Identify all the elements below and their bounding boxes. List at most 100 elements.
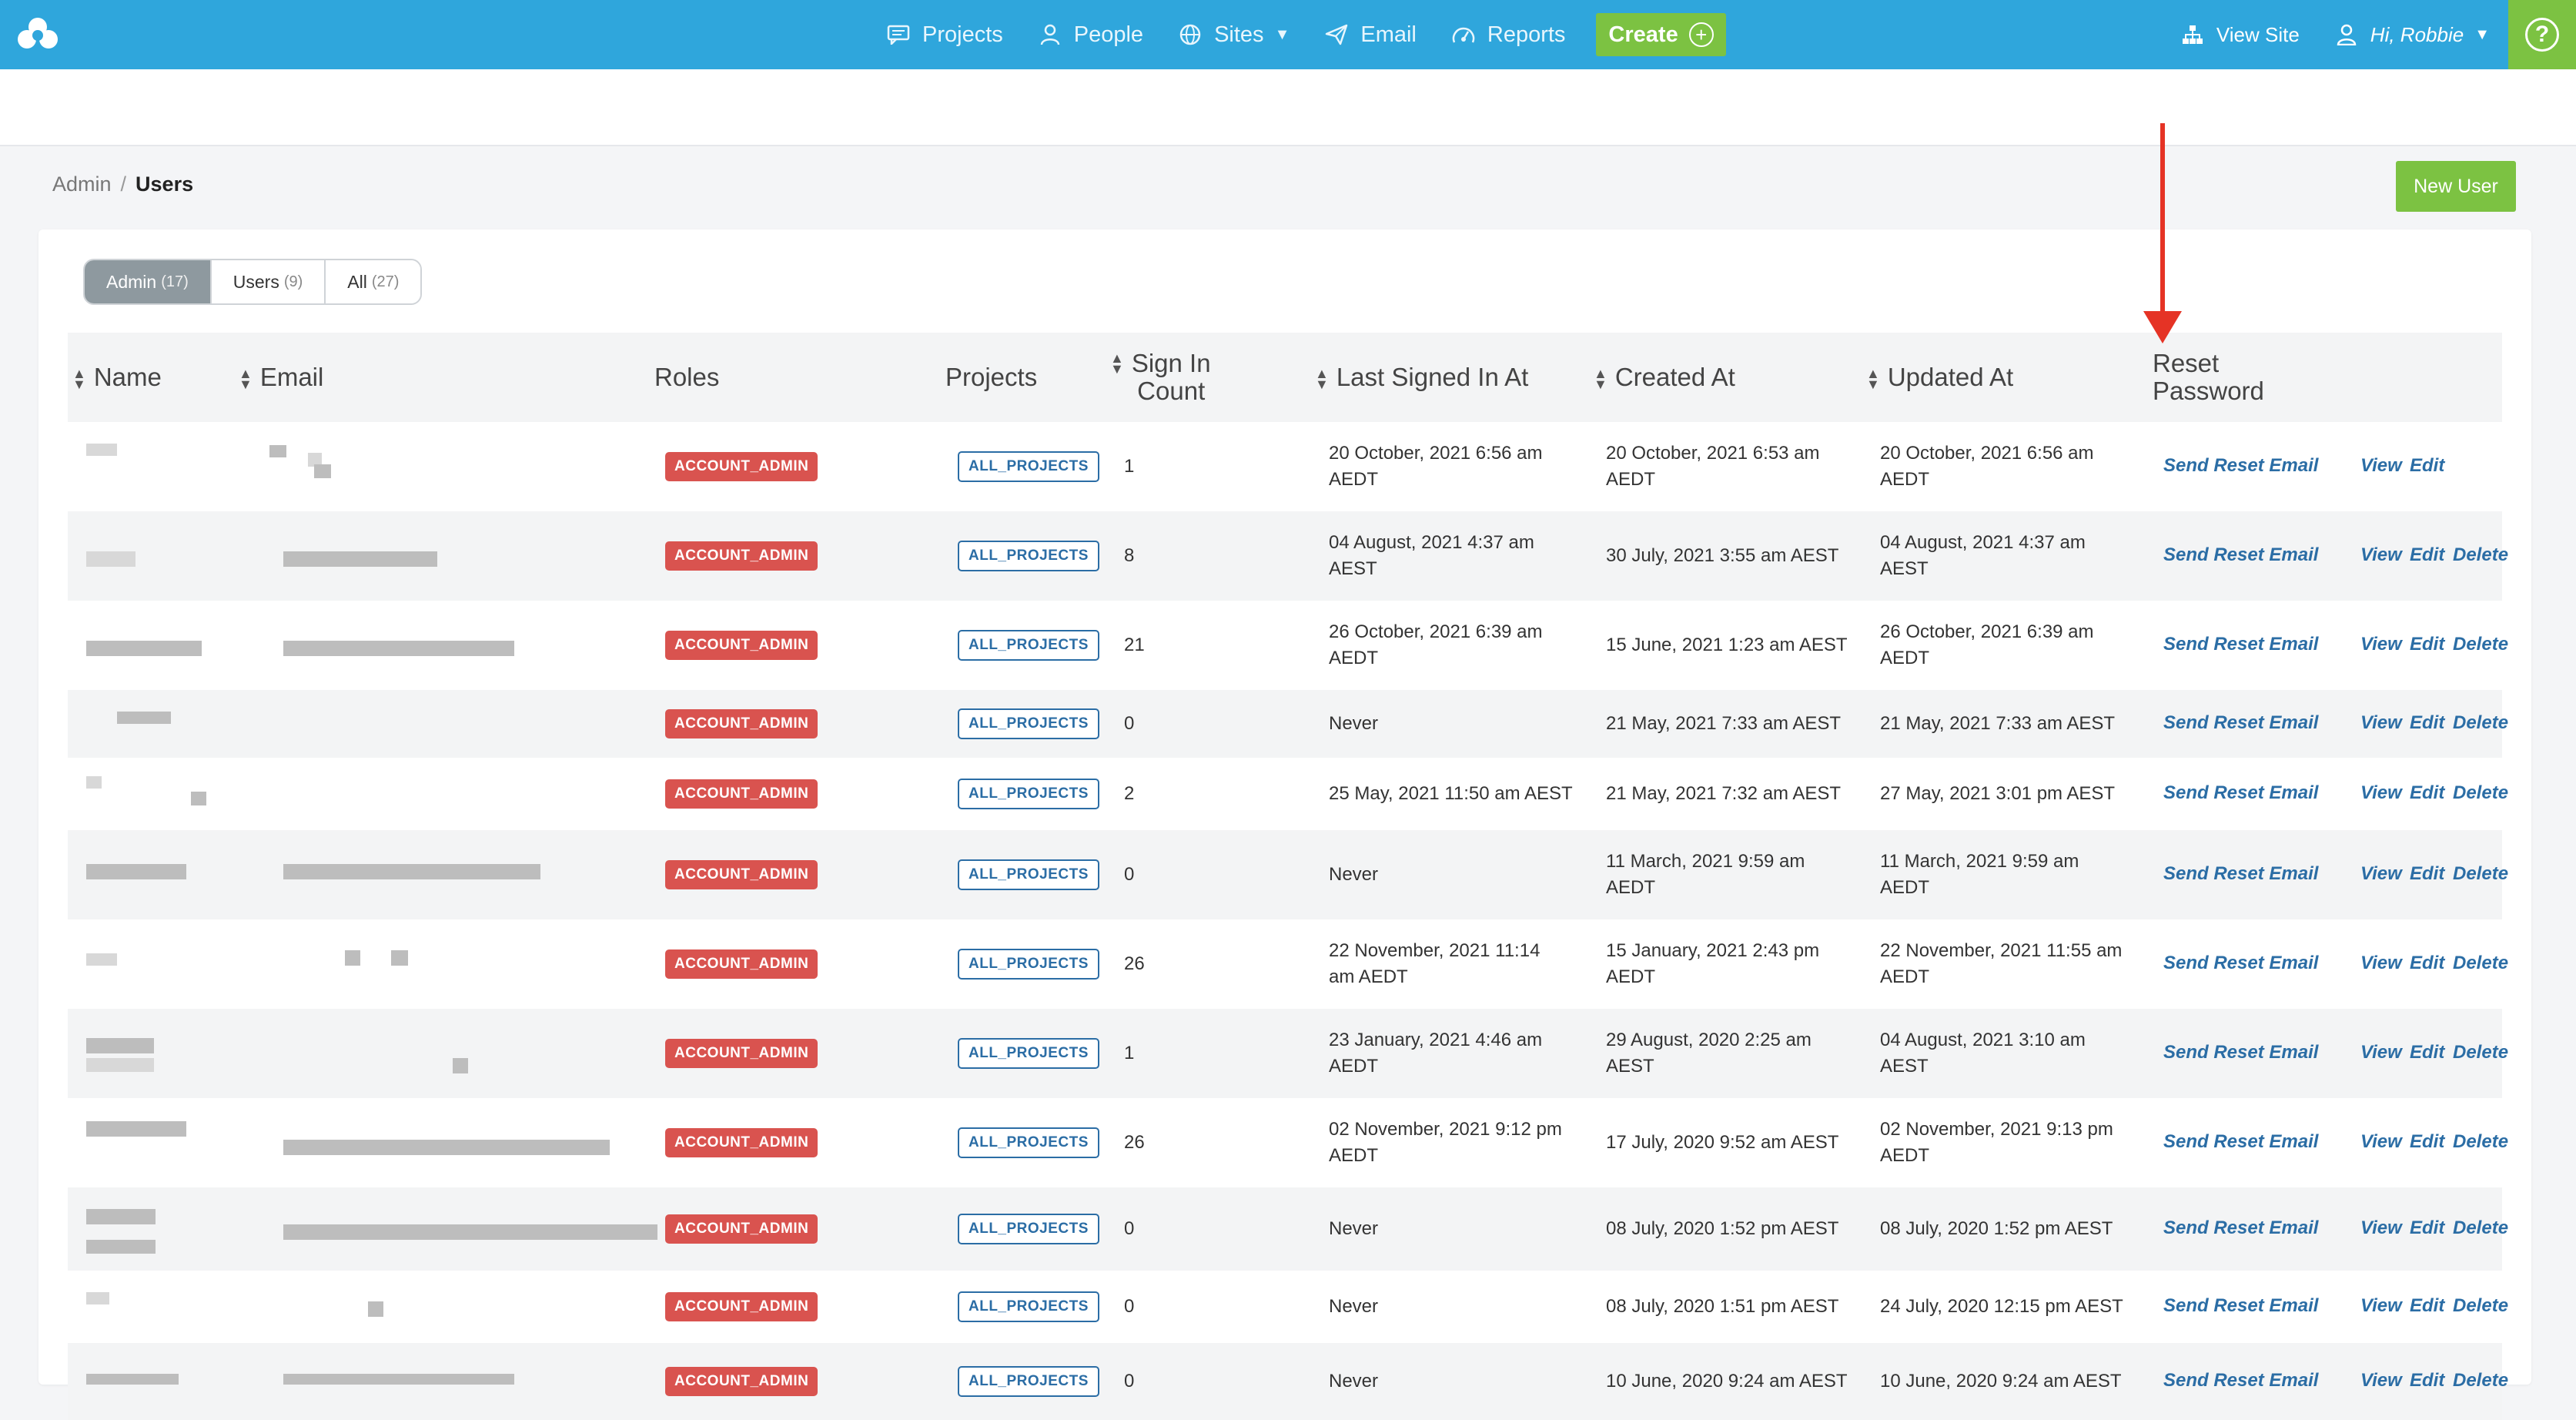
- users-card: Admin (17) Users (9) All (27) ▲ ▼ Name ▲ ▼ Emai…: [38, 229, 2531, 1420]
- send-reset-email-link[interactable]: Send Reset Email: [2163, 1217, 2318, 1239]
- view-link[interactable]: View: [2360, 782, 2402, 804]
- app-logo-icon[interactable]: [14, 14, 62, 55]
- filter-all[interactable]: All (27): [326, 260, 421, 303]
- nav-reports[interactable]: Reports: [1434, 0, 1583, 69]
- created-at: 30 July, 2021 3:55 am AEST: [1606, 543, 1838, 569]
- breadcrumb-admin[interactable]: Admin: [52, 172, 112, 196]
- edit-link[interactable]: Edit: [2410, 455, 2444, 477]
- redacted-block: [86, 444, 117, 456]
- role-badge: ACCOUNT_ADMIN: [665, 1128, 818, 1157]
- view-link[interactable]: View: [2360, 953, 2402, 974]
- last-signed-in-line: Never: [1329, 1371, 1379, 1392]
- nav-people[interactable]: People: [1020, 0, 1160, 69]
- table-row: ACCOUNT_ADMIN ALL_PROJECTS 1 20 October, 20…: [68, 422, 2502, 511]
- view-site-link[interactable]: View Site: [2163, 0, 2317, 69]
- send-reset-email-link[interactable]: Send Reset Email: [2163, 712, 2318, 734]
- delete-link[interactable]: Delete: [2453, 544, 2508, 566]
- last-signed-in: 25 May, 2021 11:50 am AEST: [1329, 781, 1573, 807]
- view-link[interactable]: View: [2360, 1131, 2402, 1153]
- delete-link[interactable]: Delete: [2453, 782, 2508, 804]
- user-menu[interactable]: Hi, Robbie ▼: [2317, 0, 2507, 69]
- nav-sites[interactable]: Sites ▼: [1160, 0, 1306, 69]
- last-signed-in-line: 04 August, 2021 4:37 am: [1329, 532, 1534, 553]
- breadcrumb: Admin / Users: [52, 172, 193, 196]
- project-badge: ALL_PROJECTS: [958, 1038, 1099, 1069]
- delete-link[interactable]: Delete: [2453, 1217, 2508, 1239]
- edit-link[interactable]: Edit: [2410, 1295, 2444, 1317]
- updated-at: 08 July, 2020 1:52 pm AEST: [1880, 1216, 2113, 1242]
- col-created-at[interactable]: ▲ ▼ Created At: [1594, 363, 1735, 392]
- updated-at-line: 27 May, 2021 3:01 pm AEST: [1880, 783, 2116, 804]
- edit-link[interactable]: Edit: [2410, 634, 2444, 655]
- role-badge: ACCOUNT_ADMIN: [665, 949, 818, 979]
- edit-link[interactable]: Edit: [2410, 1131, 2444, 1153]
- send-reset-email-link[interactable]: Send Reset Email: [2163, 455, 2318, 477]
- send-reset-email-link[interactable]: Send Reset Email: [2163, 1131, 2318, 1153]
- redacted-block: [368, 1301, 383, 1317]
- send-reset-email-link[interactable]: Send Reset Email: [2163, 782, 2318, 804]
- delete-link[interactable]: Delete: [2453, 1295, 2508, 1317]
- send-reset-email-link[interactable]: Send Reset Email: [2163, 544, 2318, 566]
- delete-link[interactable]: Delete: [2453, 863, 2508, 885]
- help-button[interactable]: ?: [2508, 0, 2576, 69]
- col-last-signed-in[interactable]: ▲ ▼ Last Signed In At: [1315, 363, 1528, 392]
- delete-link[interactable]: Delete: [2453, 953, 2508, 974]
- edit-link[interactable]: Edit: [2410, 712, 2444, 734]
- redacted-block: [86, 953, 117, 966]
- filter-users[interactable]: Users (9): [211, 260, 326, 303]
- edit-link[interactable]: Edit: [2410, 1217, 2444, 1239]
- send-reset-email-link[interactable]: Send Reset Email: [2163, 1370, 2318, 1392]
- nav-email[interactable]: Email: [1306, 0, 1434, 69]
- create-button[interactable]: Create +: [1596, 13, 1726, 56]
- redacted-block: [314, 464, 331, 478]
- send-reset-email-link[interactable]: Send Reset Email: [2163, 863, 2318, 885]
- role-badge: ACCOUNT_ADMIN: [665, 541, 818, 571]
- nav-projects[interactable]: Projects: [868, 0, 1020, 69]
- col-reset-label-2: Password: [2153, 377, 2264, 405]
- table-row: ACCOUNT_ADMIN ALL_PROJECTS 1 23 January, 20…: [68, 1009, 2508, 1098]
- view-link[interactable]: View: [2360, 1042, 2402, 1063]
- view-link[interactable]: View: [2360, 712, 2402, 734]
- delete-link[interactable]: Delete: [2453, 634, 2508, 655]
- person-icon: [1037, 22, 1063, 48]
- send-reset-email-link[interactable]: Send Reset Email: [2163, 1295, 2318, 1317]
- delete-link[interactable]: Delete: [2453, 712, 2508, 734]
- send-reset-email-link[interactable]: Send Reset Email: [2163, 1042, 2318, 1063]
- col-updated-at[interactable]: ▲ ▼ Updated At: [1866, 363, 2013, 392]
- filter-admin[interactable]: Admin (17): [85, 260, 212, 303]
- breadcrumb-separator: /: [120, 172, 127, 196]
- view-link[interactable]: View: [2360, 1295, 2402, 1317]
- send-reset-email-link[interactable]: Send Reset Email: [2163, 634, 2318, 655]
- last-signed-in-line: Never: [1329, 713, 1379, 734]
- edit-link[interactable]: Edit: [2410, 782, 2444, 804]
- view-link[interactable]: View: [2360, 863, 2402, 885]
- view-link[interactable]: View: [2360, 1217, 2402, 1239]
- table-header: ▲ ▼ Name ▲ ▼ Email Roles Projects ▲ ▼ Sign In C…: [68, 333, 2502, 422]
- edit-link[interactable]: Edit: [2410, 1370, 2444, 1392]
- sort-icon: ▲ ▼: [239, 366, 253, 393]
- view-link[interactable]: View: [2360, 544, 2402, 566]
- edit-link[interactable]: Edit: [2410, 953, 2444, 974]
- table-row: ACCOUNT_ADMIN ALL_PROJECTS 0 Never 21 May, 2…: [68, 690, 2508, 758]
- col-name[interactable]: ▲ ▼ Name: [72, 363, 162, 392]
- delete-link[interactable]: Delete: [2453, 1131, 2508, 1153]
- last-signed-in-line: 25 May, 2021 11:50 am AEST: [1329, 783, 1573, 804]
- delete-link[interactable]: Delete: [2453, 1370, 2508, 1392]
- col-email[interactable]: ▲ ▼ Email: [239, 363, 323, 393]
- send-reset-email-link[interactable]: Send Reset Email: [2163, 953, 2318, 974]
- view-link[interactable]: View: [2360, 634, 2402, 655]
- new-user-button[interactable]: New User: [2396, 161, 2516, 212]
- created-at: 10 June, 2020 9:24 am AEST: [1606, 1368, 1848, 1395]
- edit-link[interactable]: Edit: [2410, 1042, 2444, 1063]
- view-link[interactable]: View: [2360, 455, 2402, 477]
- delete-link[interactable]: Delete: [2453, 1042, 2508, 1063]
- nav-reports-label: Reports: [1487, 22, 1566, 47]
- last-signed-in-line: AEDT: [1329, 1056, 1379, 1077]
- sign-in-count: 1: [1124, 1043, 1135, 1063]
- edit-link[interactable]: Edit: [2410, 544, 2444, 566]
- col-sign-in-count[interactable]: ▲ ▼ Sign In Count: [1110, 350, 1211, 405]
- view-link[interactable]: View: [2360, 1370, 2402, 1392]
- nav-email-label: Email: [1360, 22, 1417, 47]
- col-projects: Projects: [945, 363, 1038, 391]
- edit-link[interactable]: Edit: [2410, 863, 2444, 885]
